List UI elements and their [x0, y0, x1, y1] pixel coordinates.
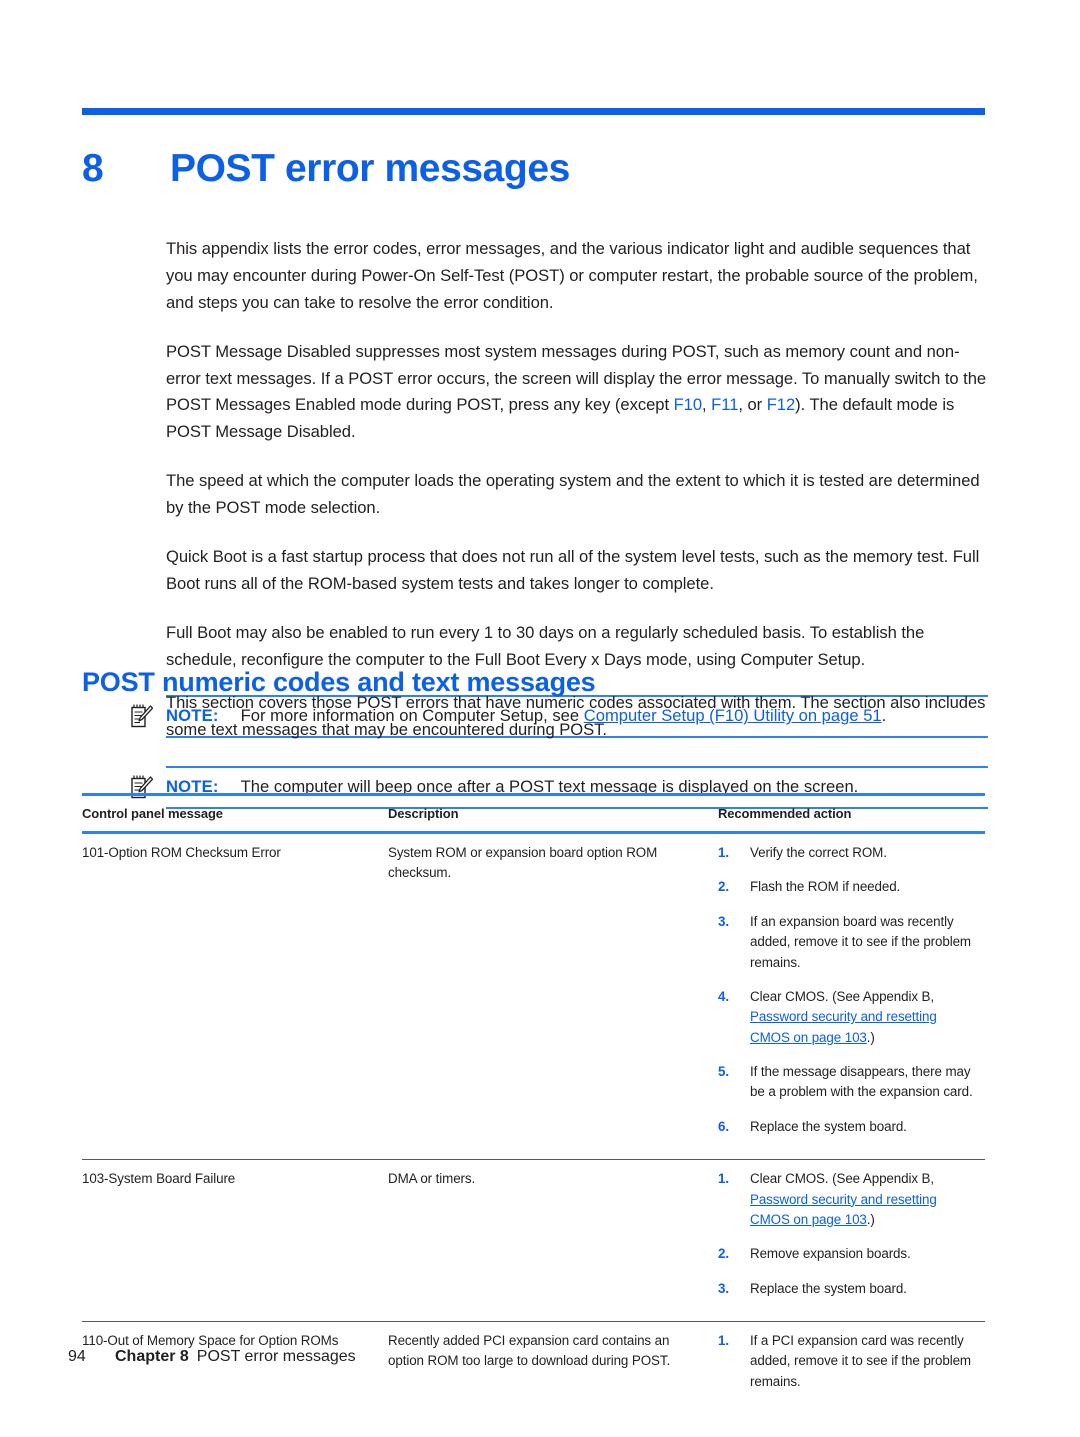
list-item: 1. Clear CMOS. (See Appendix B, Password…	[718, 1169, 973, 1230]
post-speed-paragraph: The speed at which the computer loads th…	[166, 471, 980, 517]
list-item: 2. Remove expansion boards.	[718, 1244, 973, 1264]
body-column: This appendix lists the error codes, err…	[131, 236, 988, 739]
footer-chapter-label: Chapter 8	[115, 1348, 189, 1365]
page-title: 8 POST error messages	[82, 147, 985, 191]
list-item: 3. Replace the system board.	[718, 1279, 973, 1299]
list-item: 3. If an expansion board was recently ad…	[718, 912, 973, 973]
list-marker: 2.	[718, 879, 729, 895]
cell-recommended-action: 1. Clear CMOS. (See Appendix B, Password…	[718, 1159, 985, 1322]
list-text: If the message disappears, there may be …	[750, 1064, 973, 1100]
column-header-control-panel-message: Control panel message	[82, 793, 388, 834]
page-footer: 94 Chapter 8 POST error messages	[68, 1348, 356, 1366]
cell-recommended-action: 1. If a PCI expansion card was recently …	[718, 1322, 985, 1415]
separator-2: , or	[738, 395, 767, 415]
post-message-paragraph: POST Message Disabled suppresses most sy…	[166, 339, 988, 447]
note-pencil-icon	[130, 703, 154, 729]
footer-page-number: 94	[68, 1348, 86, 1365]
chapter-title-text: POST error messages	[170, 147, 570, 191]
separator-1: ,	[702, 395, 712, 415]
cross-reference-link-password-cmos[interactable]: Password security and resetting CMOS on …	[750, 1192, 937, 1227]
list-marker: 2.	[718, 1246, 729, 1262]
cell-message: 110-Out of Memory Space for Option ROMs	[82, 1333, 339, 1348]
action-list: 1. Verify the correct ROM. 2. Flash the …	[718, 843, 973, 1137]
list-item: 1. If a PCI expansion card was recently …	[718, 1331, 973, 1392]
full-boot-paragraph: Full Boot may also be enabled to run eve…	[166, 622, 925, 669]
key-f10-reference[interactable]: F10	[674, 395, 703, 414]
document-page: 8 POST error messages This appendix list…	[0, 0, 1080, 1437]
table-row: 101-Option ROM Checksum Error System ROM…	[82, 832, 985, 1161]
list-text-after: .)	[866, 1211, 875, 1227]
list-text-after: .)	[866, 1029, 875, 1045]
key-f11-reference[interactable]: F11	[711, 395, 738, 414]
list-text: Flash the ROM if needed.	[750, 879, 901, 895]
list-item: 6. Replace the system board.	[718, 1117, 973, 1137]
cell-description: System ROM or expansion board option ROM…	[388, 832, 718, 1161]
action-list: 1. Clear CMOS. (See Appendix B, Password…	[718, 1169, 973, 1299]
table-row: 110-Out of Memory Space for Option ROMs …	[82, 1322, 985, 1415]
table-body: 101-Option ROM Checksum Error System ROM…	[82, 832, 985, 1415]
list-marker: 1.	[718, 1333, 729, 1348]
list-marker: 4.	[718, 988, 729, 1004]
chapter-top-rule	[82, 108, 985, 115]
list-marker: 1.	[718, 845, 729, 860]
chapter-number: 8	[82, 147, 104, 191]
list-text: If an expansion board was recently added…	[750, 913, 971, 970]
post-error-table: Control panel message Description Recomm…	[82, 793, 985, 1414]
cell-recommended-action: 1. Verify the correct ROM. 2. Flash the …	[718, 832, 985, 1161]
table-header: Control panel message Description Recomm…	[82, 793, 985, 834]
list-marker: 3.	[718, 1280, 729, 1296]
list-item: 5. If the message disappears, there may …	[718, 1062, 973, 1103]
list-item: 2. Flash the ROM if needed.	[718, 877, 973, 897]
list-item: 4. Clear CMOS. (See Appendix B, Password…	[718, 987, 973, 1048]
intro-paragraph: This appendix lists the error codes, err…	[166, 239, 978, 312]
action-list: 1. If a PCI expansion card was recently …	[718, 1331, 973, 1392]
list-marker: 5.	[718, 1064, 729, 1079]
section-paragraph: This section covers those POST errors th…	[166, 693, 986, 739]
list-marker: 1.	[718, 1171, 729, 1187]
key-f12-reference[interactable]: F12	[767, 395, 796, 414]
list-text: Verify the correct ROM.	[750, 845, 887, 860]
table-header-row: Control panel message Description Recomm…	[82, 793, 985, 834]
table-row: 103-System Board Failure DMA or timers. …	[82, 1159, 985, 1322]
list-text-before: Clear CMOS. (See Appendix B,	[750, 1171, 935, 1187]
cell-message: 103-System Board Failure	[82, 1159, 388, 1322]
list-text: Clear CMOS. (See Appendix B, Password se…	[750, 987, 973, 1048]
list-text: If a PCI expansion card was recently add…	[750, 1333, 971, 1389]
cell-description: DMA or timers.	[388, 1159, 718, 1322]
section-body: This section covers those POST errors th…	[131, 690, 988, 809]
list-text: Replace the system board.	[750, 1280, 907, 1296]
column-header-recommended-action: Recommended action	[718, 793, 985, 834]
list-text-before: Clear CMOS. (See Appendix B,	[750, 988, 935, 1004]
cell-description: Recently added PCI expansion card contai…	[388, 1333, 671, 1369]
quick-boot-paragraph: Quick Boot is a fast startup process tha…	[166, 546, 980, 593]
cross-reference-link-password-cmos[interactable]: Password security and resetting CMOS on …	[750, 1009, 937, 1044]
post-error-table-wrapper: Control panel message Description Recomm…	[82, 793, 985, 1414]
column-header-description: Description	[388, 793, 718, 834]
cell-message: 101-Option ROM Checksum Error	[82, 832, 388, 1161]
list-text: Replace the system board.	[750, 1118, 907, 1134]
list-text: Clear CMOS. (See Appendix B, Password se…	[750, 1169, 973, 1230]
footer-chapter-title: POST error messages	[196, 1348, 356, 1365]
list-item: 1. Verify the correct ROM.	[718, 843, 973, 863]
list-text: Remove expansion boards.	[750, 1246, 911, 1262]
list-marker: 6.	[718, 1118, 729, 1134]
list-marker: 3.	[718, 913, 729, 929]
